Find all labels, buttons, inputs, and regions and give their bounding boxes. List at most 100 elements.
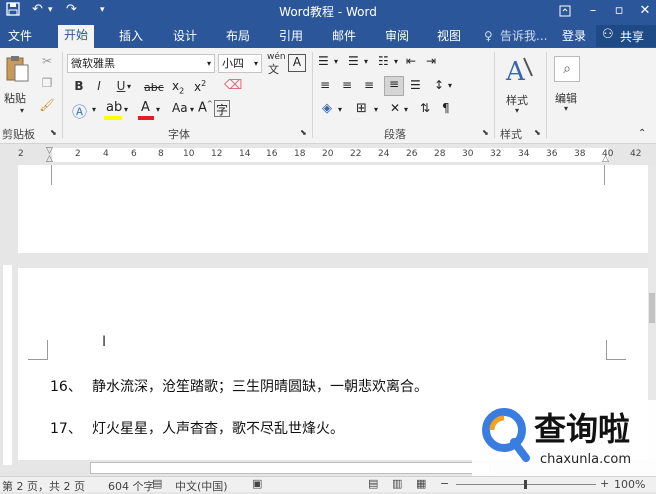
clipboard-launcher-icon[interactable]: ⬊ [50, 128, 57, 137]
paste-dropdown-icon[interactable]: ▾ [20, 106, 24, 115]
multilevel-dropdown-icon[interactable]: ▾ [394, 57, 398, 66]
decrease-indent-icon[interactable]: ⇤ [406, 54, 416, 68]
styles-launcher-icon[interactable]: ⬊ [534, 128, 541, 137]
paste-label[interactable]: 粘贴 [4, 90, 26, 106]
ruler-tick: 10 [183, 149, 195, 159]
editing-dropdown-icon[interactable]: ▾ [564, 104, 568, 113]
paste-icon[interactable] [4, 54, 30, 84]
clear-formatting-icon[interactable]: ⌫ [224, 78, 242, 93]
paragraph-launcher-icon[interactable]: ⬊ [482, 128, 489, 137]
tab-references[interactable]: 引用 [273, 26, 309, 48]
vruler-text-area [3, 265, 12, 465]
web-layout-icon[interactable]: ▦ [416, 477, 426, 490]
shading-icon[interactable]: ◈ [322, 101, 332, 116]
increase-indent-icon[interactable]: ⇥ [426, 54, 436, 68]
chinese-layout-dropdown-icon[interactable]: ▾ [404, 105, 408, 114]
zoom-out-icon[interactable]: − [440, 477, 449, 490]
svg-text:A: A [505, 57, 526, 87]
change-case-icon[interactable]: Aa [172, 101, 188, 115]
macro-icon[interactable]: ▣ [252, 477, 262, 490]
tab-view[interactable]: 视图 [431, 26, 467, 48]
borders-dropdown-icon[interactable]: ▾ [374, 105, 378, 114]
superscript-icon[interactable]: x2 [194, 79, 206, 94]
tab-mailings[interactable]: 邮件 [326, 26, 362, 48]
share-button[interactable]: ⚇ 共享 [596, 25, 656, 47]
hanging-indent-marker[interactable]: △ [46, 154, 53, 164]
zoom-slider-thumb[interactable] [524, 480, 527, 489]
chinese-layout-icon[interactable]: ✕ [390, 101, 400, 115]
format-painter-icon[interactable]: 🖌 [38, 98, 56, 112]
line-spacing-dropdown-icon[interactable]: ▾ [448, 81, 452, 90]
underline-dropdown-icon[interactable]: ▾ [127, 82, 131, 91]
print-layout-icon[interactable]: ▥ [392, 477, 402, 490]
font-size-dropdown-icon[interactable]: ▾ [254, 55, 258, 72]
align-right-icon[interactable]: ≡ [364, 78, 374, 92]
tab-review[interactable]: 审阅 [379, 26, 415, 48]
paragraph-line[interactable]: 静水流深，沧笙踏歌；三生阴晴圆缺，一朝悲欢离合。 [92, 376, 428, 396]
maximize-icon[interactable]: ▫ [606, 0, 632, 22]
font-color-icon[interactable]: A [138, 100, 154, 120]
borders-icon[interactable]: ⊞ [356, 101, 367, 116]
signin-link[interactable]: 登录 [556, 26, 592, 48]
font-size-box[interactable]: 小四 ▾ [218, 54, 262, 73]
horizontal-ruler[interactable]: ▽ △ △ 2 2 4 6 8 10 12 14 16 18 20 22 24 … [0, 145, 656, 165]
tell-me-box[interactable]: 告诉我... [494, 26, 553, 48]
tab-file[interactable]: 文件 [2, 26, 38, 48]
zoom-in-icon[interactable]: + [600, 477, 609, 490]
highlight-dropdown-icon[interactable]: ▾ [124, 105, 128, 114]
tab-insert[interactable]: 插入 [113, 26, 149, 48]
scrollbar-thumb[interactable] [649, 293, 655, 323]
font-name-box[interactable]: 微软雅黑 ▾ [67, 54, 215, 73]
sort-icon[interactable]: ⇅ [420, 101, 430, 115]
list-number: 16、 [50, 379, 82, 395]
strikethrough-icon[interactable]: abc [144, 81, 164, 94]
styles-dropdown-icon[interactable]: ▾ [515, 106, 519, 115]
read-mode-icon[interactable]: ▤ [368, 477, 378, 490]
cut-icon[interactable]: ✂ [38, 54, 56, 68]
zoom-level[interactable]: 100% [614, 478, 645, 491]
tab-layout[interactable]: 布局 [220, 26, 256, 48]
vertical-ruler[interactable] [0, 165, 14, 465]
character-border-icon[interactable]: A [288, 54, 306, 72]
tab-home[interactable]: 开始 [58, 25, 95, 48]
highlight-icon[interactable]: ab [104, 100, 122, 120]
page-1[interactable] [18, 165, 648, 253]
subscript-icon[interactable]: x2 [172, 79, 184, 95]
close-icon[interactable]: ✕ [632, 0, 656, 22]
collapse-ribbon-icon[interactable]: ⌃ [638, 128, 646, 139]
distributed-icon[interactable]: ☰ [410, 78, 421, 92]
tab-design[interactable]: 设计 [167, 26, 203, 48]
enclose-char-icon[interactable]: 字 [214, 100, 230, 117]
grow-font-icon[interactable]: A^ [198, 100, 213, 115]
bullets-dropdown-icon[interactable]: ▾ [334, 57, 338, 66]
bold-icon[interactable]: B [70, 79, 88, 93]
bullets-icon[interactable]: ☰ [318, 54, 329, 68]
align-left-icon[interactable]: ≡ [320, 78, 330, 92]
show-marks-icon[interactable]: ¶ [442, 101, 450, 115]
copy-icon[interactable]: ❐ [38, 76, 56, 90]
text-effects-dropdown-icon[interactable]: ▾ [92, 105, 96, 114]
numbering-dropdown-icon[interactable]: ▾ [364, 57, 368, 66]
justify-icon[interactable]: ≡ [384, 76, 404, 96]
font-color-dropdown-icon[interactable]: ▾ [156, 105, 160, 114]
proofing-icon[interactable]: ▤ [152, 477, 162, 490]
numbering-icon[interactable]: ☰ [348, 54, 359, 68]
font-launcher-icon[interactable]: ⬊ [300, 128, 307, 137]
italic-icon[interactable]: I [90, 79, 108, 93]
ribbon-display-icon[interactable] [552, 0, 578, 22]
separator [312, 52, 313, 138]
paragraph-line[interactable]: 灯火星星，人声杳杳，歌不尽乱世烽火。 [92, 418, 344, 438]
styles-icon[interactable]: A [504, 54, 534, 88]
ruler-tick: 26 [406, 149, 418, 159]
shading-dropdown-icon[interactable]: ▾ [338, 105, 342, 114]
font-name-dropdown-icon[interactable]: ▾ [207, 55, 211, 72]
find-icon[interactable]: ⌕ [554, 56, 580, 82]
minimize-icon[interactable]: – [580, 0, 606, 22]
hscroll-thumb[interactable] [90, 462, 490, 474]
change-case-dropdown-icon[interactable]: ▾ [190, 105, 194, 114]
multilevel-list-icon[interactable]: ☷ [378, 54, 389, 68]
text-effects-icon[interactable]: Ⓐ [72, 101, 87, 122]
ruler-tick: 20 [322, 149, 334, 159]
line-spacing-icon[interactable]: ↕ [434, 78, 444, 92]
align-center-icon[interactable]: ≡ [342, 78, 352, 92]
